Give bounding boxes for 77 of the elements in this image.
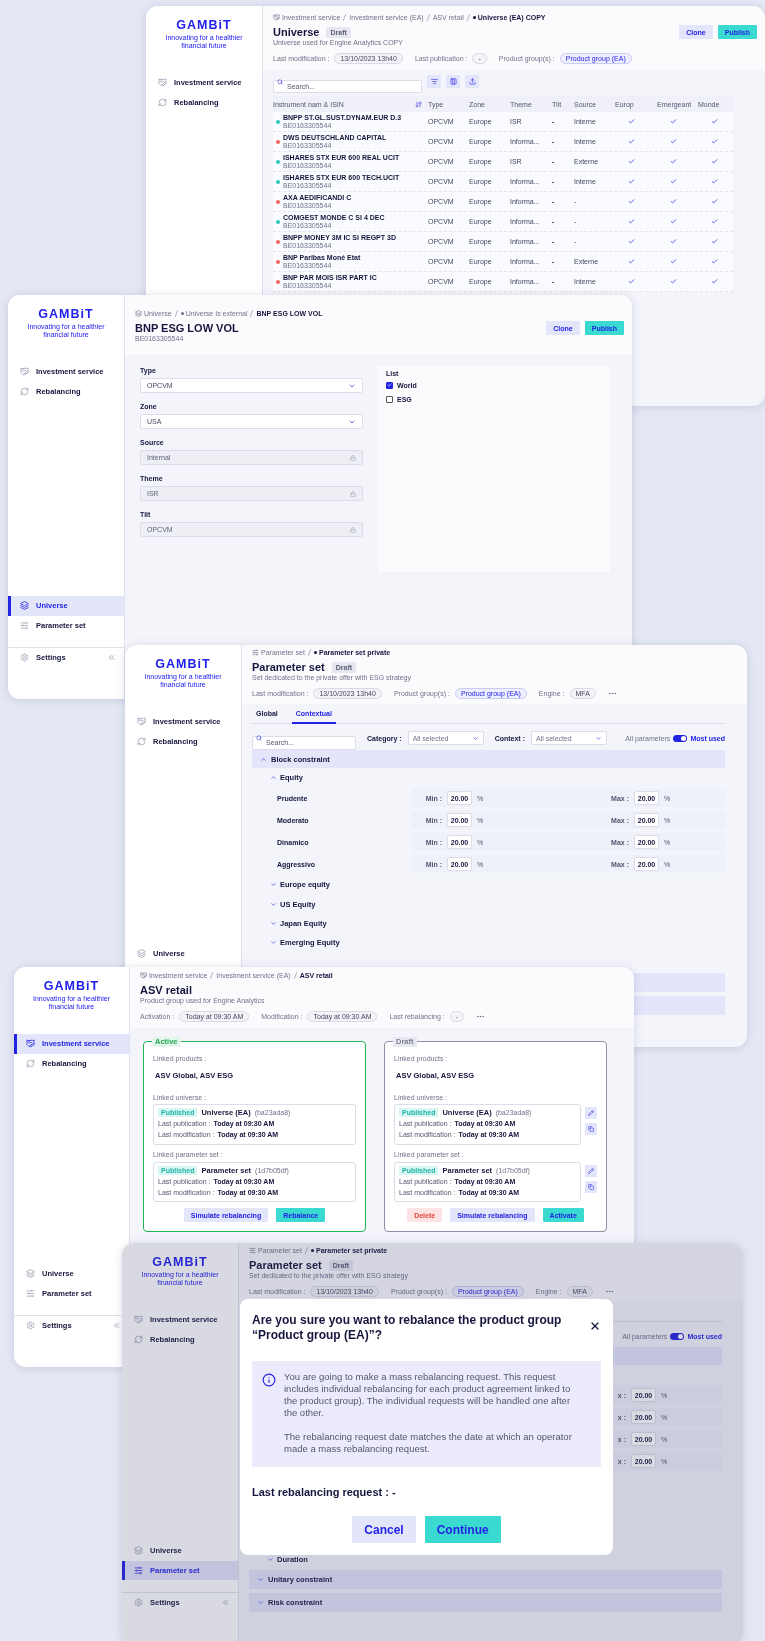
sliders-icon xyxy=(134,1565,143,1575)
columns-button[interactable] xyxy=(446,75,460,88)
refresh-icon xyxy=(158,97,167,107)
copy-button[interactable] xyxy=(585,1181,597,1193)
layers-icon xyxy=(26,1269,35,1279)
dot-icon xyxy=(180,311,184,315)
columns-icon xyxy=(449,78,457,85)
search-icon xyxy=(256,735,262,741)
dot-icon xyxy=(310,1248,314,1252)
copy-icon xyxy=(588,1126,594,1132)
continue-button[interactable]: Continue xyxy=(424,1516,501,1543)
copy-icon xyxy=(588,1184,594,1190)
info-text: The rebalancing request date matches the date at which an operator made a mass rebalancing request. xyxy=(284,1431,573,1455)
handshake-icon xyxy=(158,78,167,88)
checkbox[interactable] xyxy=(386,381,393,389)
layers-icon xyxy=(20,601,29,611)
handshake-icon xyxy=(273,13,280,21)
pencil-icon xyxy=(588,1168,594,1174)
page-title: BNP ESG LOW VOL xyxy=(135,322,239,334)
refresh-icon xyxy=(20,386,29,396)
sort-icon[interactable] xyxy=(415,100,422,108)
cancel-button[interactable]: Cancel xyxy=(352,1516,416,1543)
dot-icon xyxy=(472,15,476,19)
upload-icon xyxy=(468,78,476,85)
search-icon xyxy=(277,78,283,85)
refresh-icon xyxy=(137,736,146,746)
dot-icon xyxy=(313,650,317,654)
info-text: You are going to make a mass rebalancing request. This request includes individual rebalancing for each product agreement linked to the product group). The individual requests will be handled one after the other. xyxy=(284,1371,572,1419)
logo: GAMBiT xyxy=(155,656,211,672)
copy-button[interactable] xyxy=(585,1123,597,1135)
layers-icon xyxy=(135,309,142,317)
close-button[interactable] xyxy=(589,1320,601,1332)
close-icon xyxy=(589,1320,601,1332)
collapse-icon[interactable] xyxy=(107,653,116,663)
edit-button[interactable] xyxy=(585,1107,597,1119)
sliders-icon xyxy=(26,1288,35,1298)
lock-icon xyxy=(350,490,356,497)
layers-icon xyxy=(137,949,146,959)
sliders-icon xyxy=(249,1246,256,1254)
chevron-icon xyxy=(471,734,479,742)
page-title: Parameter set xyxy=(252,661,325,673)
refresh-icon xyxy=(134,1334,143,1344)
settings-icon xyxy=(26,1321,35,1331)
sliders-icon xyxy=(252,648,259,656)
refresh-icon xyxy=(26,1058,35,1068)
handshake-icon xyxy=(134,1315,143,1325)
settings-icon xyxy=(20,653,29,663)
sliders-icon xyxy=(20,620,29,630)
filter-icon xyxy=(430,78,438,85)
collapse-icon[interactable] xyxy=(221,1598,230,1608)
logo: GAMBiT xyxy=(38,306,94,322)
handshake-icon xyxy=(26,1039,35,1049)
filter-button[interactable] xyxy=(427,75,441,88)
dialog-title: Are you sure you want to rebalance the product group “Product group (EA)”? xyxy=(252,1313,563,1343)
handshake-icon xyxy=(137,717,146,727)
info-icon xyxy=(262,1373,276,1387)
handshake-icon xyxy=(20,367,29,377)
logo: GAMBiT xyxy=(152,1254,208,1270)
layers-icon xyxy=(134,1546,143,1556)
toggle-switch[interactable] xyxy=(670,1332,685,1340)
page-title: Universe xyxy=(273,26,320,38)
logo: GAMBiT xyxy=(176,17,232,33)
collapse-icon[interactable] xyxy=(112,1321,121,1331)
upload-button[interactable] xyxy=(465,75,479,88)
chevron-icon xyxy=(594,734,602,742)
page-title: ASV retail xyxy=(140,984,192,996)
page-title: Parameter set xyxy=(249,1259,322,1271)
lock-icon xyxy=(350,526,356,533)
edit-button[interactable] xyxy=(585,1165,597,1177)
last-request-text: Last rebalancing request : - xyxy=(252,1485,397,1499)
lock-icon xyxy=(350,454,356,461)
handshake-icon xyxy=(140,971,147,979)
checkbox[interactable] xyxy=(386,395,393,403)
settings-icon xyxy=(134,1598,143,1608)
pencil-icon xyxy=(588,1110,594,1116)
toggle-switch[interactable] xyxy=(673,734,688,742)
logo: GAMBiT xyxy=(43,978,100,994)
